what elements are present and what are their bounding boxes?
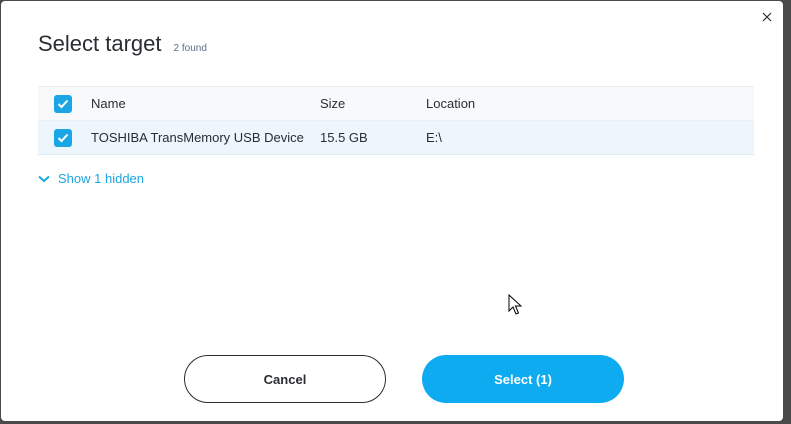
select-button[interactable]: Select (1) bbox=[422, 355, 624, 403]
row-checkbox[interactable] bbox=[54, 128, 72, 147]
checkmark-icon bbox=[57, 99, 69, 108]
column-header-size[interactable]: Size bbox=[320, 96, 345, 111]
drive-name: TOSHIBA TransMemory USB Device bbox=[91, 130, 304, 145]
dialog-header: Select target 2 found bbox=[38, 31, 207, 57]
checkmark-icon bbox=[57, 133, 69, 142]
close-icon bbox=[762, 12, 772, 22]
table-row[interactable]: TOSHIBA TransMemory USB Device 15.5 GB E… bbox=[38, 121, 754, 155]
cancel-button[interactable]: Cancel bbox=[184, 355, 386, 403]
drive-size: 15.5 GB bbox=[320, 130, 368, 145]
drives-table: Name Size Location TOSHIBA TransMemory U… bbox=[38, 86, 754, 155]
column-header-name[interactable]: Name bbox=[91, 96, 126, 111]
table-header-row: Name Size Location bbox=[38, 86, 754, 121]
dialog-title: Select target bbox=[38, 31, 162, 56]
show-hidden-toggle[interactable]: Show 1 hidden bbox=[38, 171, 144, 186]
chevron-down-icon bbox=[38, 175, 50, 183]
drive-location: E:\ bbox=[426, 130, 442, 145]
column-header-location[interactable]: Location bbox=[426, 96, 475, 111]
select-all-checkbox[interactable] bbox=[54, 94, 72, 113]
close-button[interactable] bbox=[755, 5, 779, 29]
select-target-dialog: Select target 2 found Name Size Location… bbox=[1, 1, 783, 421]
show-hidden-label: Show 1 hidden bbox=[58, 171, 145, 186]
found-count: 2 found bbox=[173, 43, 207, 54]
mouse-cursor-icon bbox=[508, 293, 523, 321]
